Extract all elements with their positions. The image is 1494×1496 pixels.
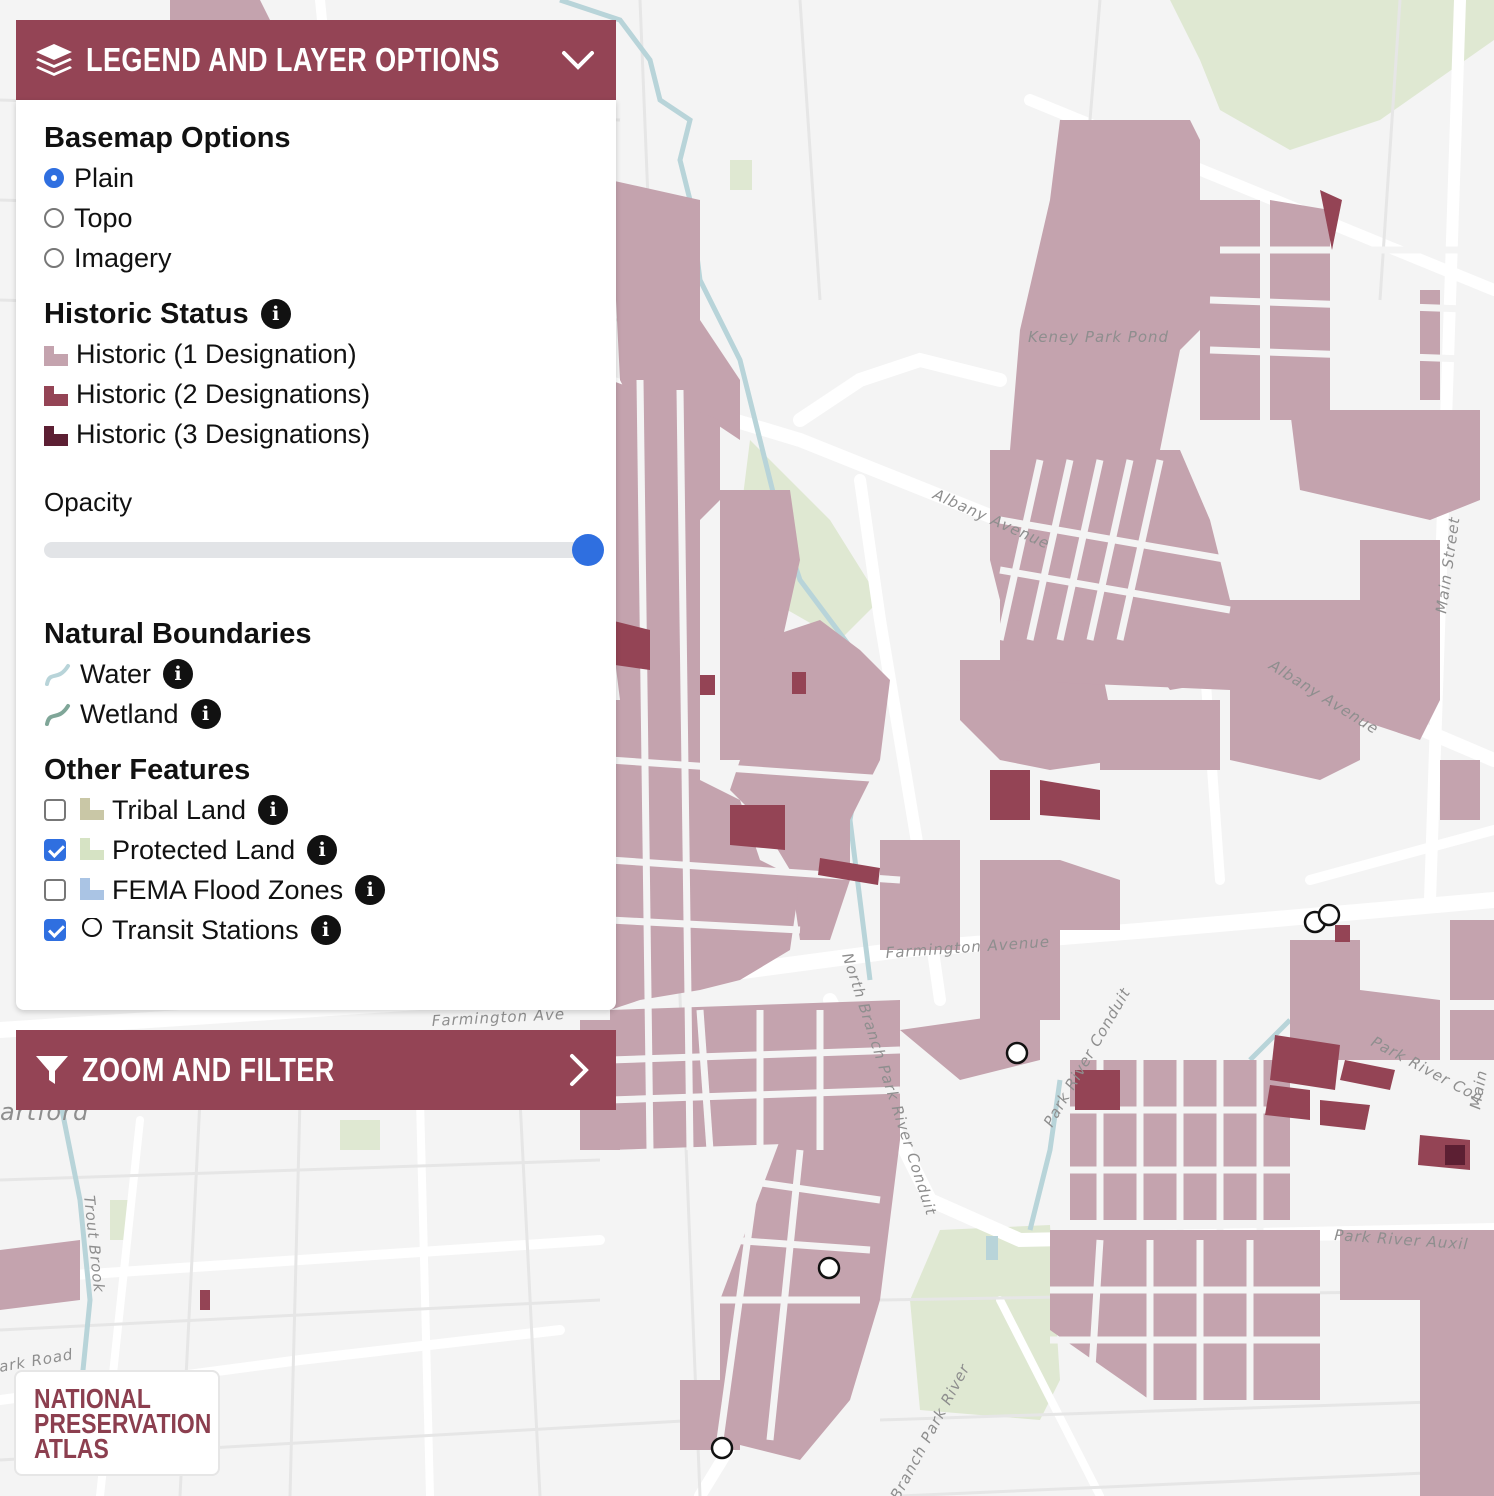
legend-title: Legend and Layer Options xyxy=(86,41,500,78)
legend-label: Historic (3 Designations) xyxy=(76,418,371,449)
radio-button[interactable] xyxy=(44,248,64,268)
parcel-swatch-icon xyxy=(44,346,68,366)
transit-stations-toggle[interactable]: Transit Stations i xyxy=(44,910,588,950)
legend-label: Water xyxy=(80,658,152,689)
natural-boundaries-title: Natural Boundaries xyxy=(44,618,312,650)
legend-label: Protected Land xyxy=(112,834,296,865)
option-label: Imagery xyxy=(74,242,172,273)
pond xyxy=(986,1236,998,1260)
layers-icon xyxy=(36,44,72,76)
info-icon[interactable]: i xyxy=(258,795,289,825)
chevron-right-icon[interactable] xyxy=(560,1052,596,1088)
chevron-down-icon[interactable] xyxy=(560,42,596,78)
zoom-filter-title: Zoom and Filter xyxy=(82,1051,335,1088)
transit-station xyxy=(1005,1041,1029,1065)
radio-button[interactable] xyxy=(44,208,64,228)
logo-line: ATLAS xyxy=(34,1433,109,1464)
info-icon[interactable]: i xyxy=(307,835,338,865)
parcel-swatch-icon xyxy=(44,426,68,446)
checkbox[interactable] xyxy=(44,919,66,941)
info-icon[interactable]: i xyxy=(260,299,291,329)
zoom-filter-header[interactable]: Zoom and Filter xyxy=(16,1030,616,1110)
water-legend-item: Water i xyxy=(44,654,588,694)
opacity-slider-thumb[interactable] xyxy=(572,534,604,566)
info-icon[interactable]: i xyxy=(310,915,341,945)
wetland-legend-item: Wetland i xyxy=(44,694,588,734)
water-line-icon xyxy=(45,664,70,686)
option-label: Topo xyxy=(74,202,133,233)
info-icon[interactable]: i xyxy=(190,699,221,729)
historic-3-legend-item: Historic (3 Designations) xyxy=(44,414,588,454)
legend-header[interactable]: Legend and Layer Options xyxy=(16,20,616,100)
historic-status-title: Historic Status i xyxy=(44,294,588,334)
historic-3-parcels xyxy=(1445,1145,1465,1165)
opacity-slider[interactable] xyxy=(44,534,604,566)
legend-panel: Basemap Options Plain Topo Imagery Histo… xyxy=(16,100,616,1010)
fema-flood-zones-toggle[interactable]: FEMA Flood Zones i xyxy=(44,870,588,910)
transit-station-icon xyxy=(82,918,102,937)
protected-land-toggle[interactable]: Protected Land i xyxy=(44,830,588,870)
legend-label: Historic (2 Designations) xyxy=(76,378,371,409)
historic-2-legend-item: Historic (2 Designations) xyxy=(44,374,588,414)
section-label: Historic Status xyxy=(44,298,249,330)
historic-1-legend-item: Historic (1 Designation) xyxy=(44,334,588,374)
basemap-option-imagery[interactable]: Imagery xyxy=(44,238,588,278)
checkbox[interactable] xyxy=(44,879,66,901)
tribal-land-toggle[interactable]: Tribal Land i xyxy=(44,790,588,830)
basemap-options-title: Basemap Options xyxy=(44,122,291,154)
info-icon[interactable]: i xyxy=(163,659,194,689)
basemap-option-topo[interactable]: Topo xyxy=(44,198,588,238)
legend-label: FEMA Flood Zones xyxy=(112,874,344,905)
protected-land-swatch-icon xyxy=(80,838,104,860)
national-preservation-atlas-logo[interactable]: NATIONAL PRESERVATION ATLAS xyxy=(14,1370,220,1476)
transit-station xyxy=(817,1256,841,1280)
transit-station xyxy=(710,1436,734,1460)
legend-label: Tribal Land xyxy=(112,794,247,825)
radio-button[interactable] xyxy=(44,168,64,188)
basemap-option-plain[interactable]: Plain xyxy=(44,158,588,198)
transit-station xyxy=(1317,903,1341,927)
legend-label: Transit Stations xyxy=(112,914,299,945)
legend-label: Historic (1 Designation) xyxy=(76,338,357,369)
checkbox[interactable] xyxy=(44,839,66,861)
filter-icon xyxy=(36,1056,68,1084)
legend-label: Wetland xyxy=(80,698,179,729)
other-features-title: Other Features xyxy=(44,754,251,786)
option-label: Plain xyxy=(74,162,135,193)
info-icon[interactable]: i xyxy=(355,875,386,905)
checkbox[interactable] xyxy=(44,799,66,821)
parcel-swatch-icon xyxy=(44,386,68,406)
tribal-land-swatch-icon xyxy=(80,798,104,820)
label-keney-park-pond: Keney Park Pond xyxy=(1028,328,1169,346)
wetland-line-icon xyxy=(45,704,70,726)
flood-zone-swatch-icon xyxy=(80,878,104,900)
opacity-label: Opacity xyxy=(44,486,133,517)
